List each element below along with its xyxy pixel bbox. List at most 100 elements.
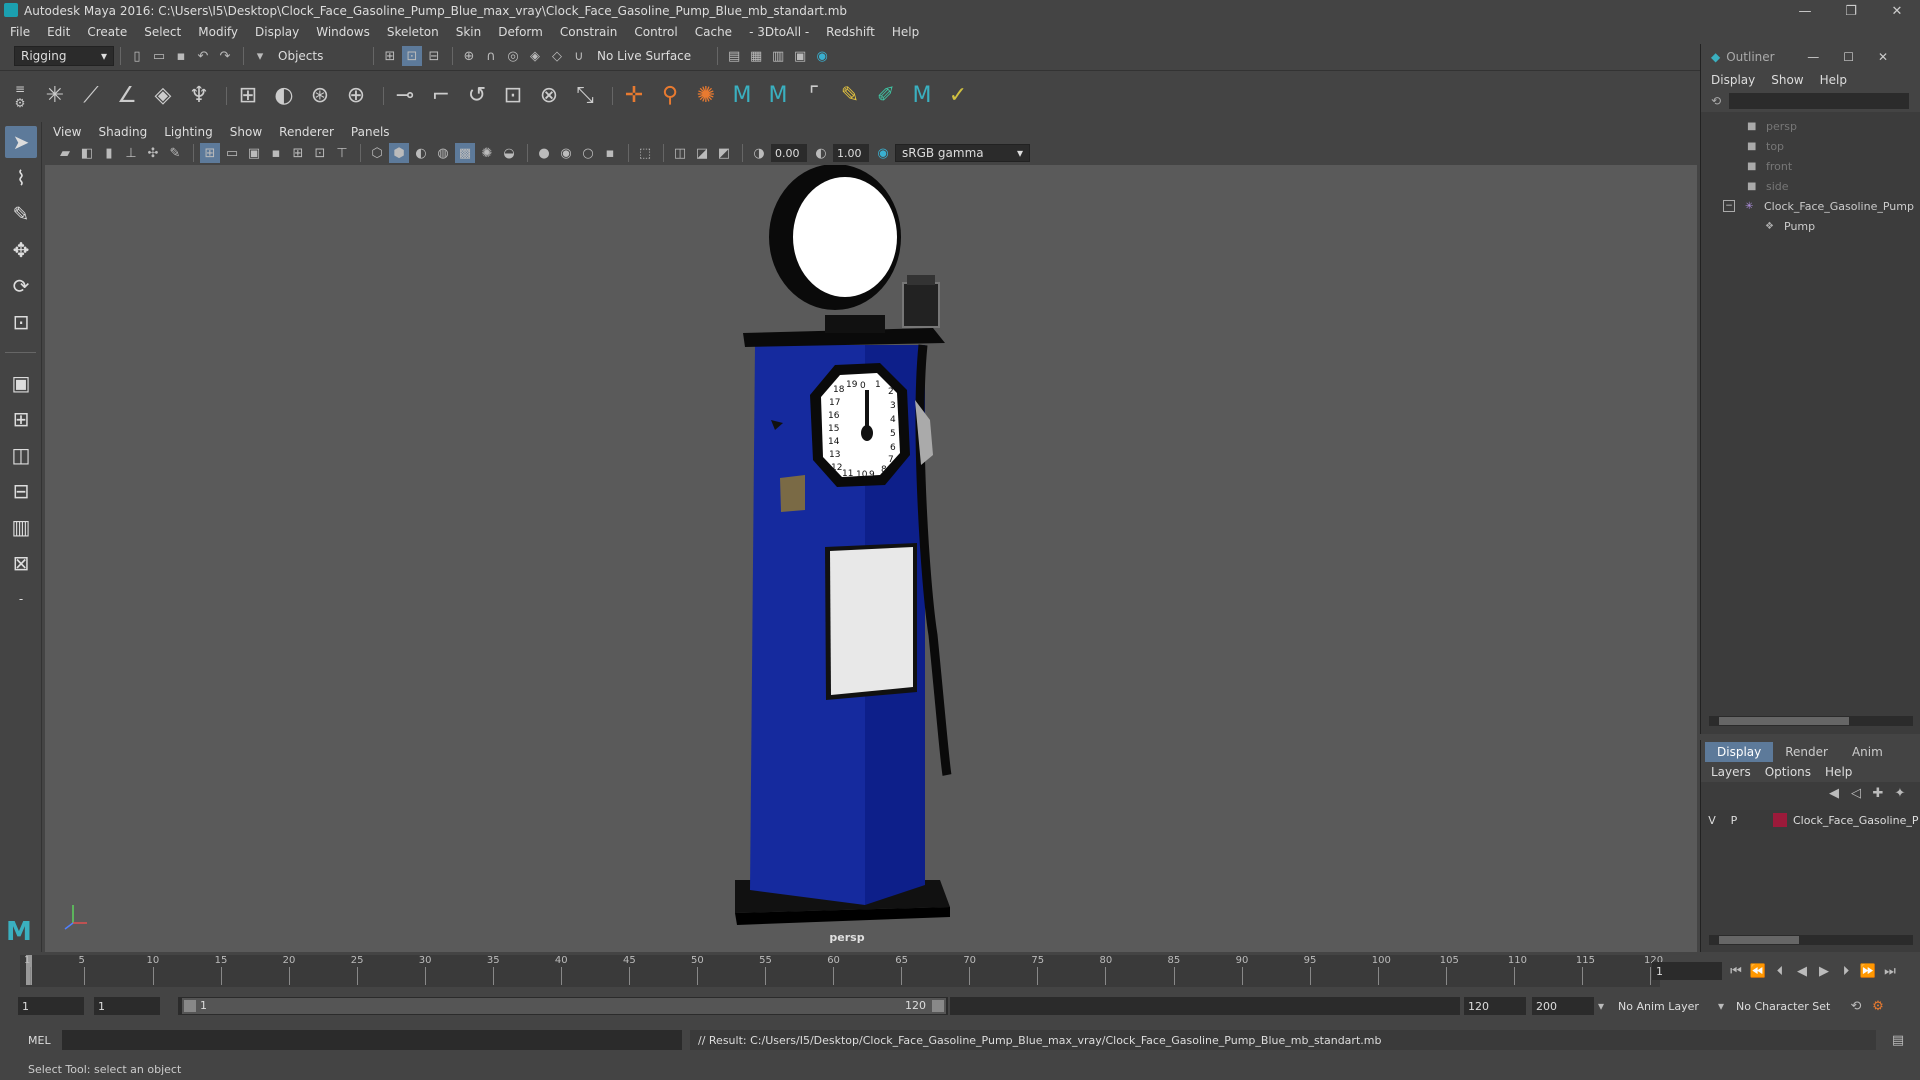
chevron-down-icon[interactable]: ▾ (1598, 999, 1618, 1013)
menu-help[interactable]: Help (892, 25, 919, 39)
playback-end-field[interactable]: 120 (1464, 997, 1526, 1015)
step-forward-frame-icon[interactable]: ⏵ (1836, 961, 1856, 981)
hypershade-icon[interactable]: ◉ (812, 46, 832, 66)
snap-curve-icon[interactable]: ∩ (481, 46, 501, 66)
menu-constrain[interactable]: Constrain (560, 25, 618, 39)
paint-skin-icon[interactable]: ✐ (871, 81, 901, 111)
undo-icon[interactable]: ↶ (193, 46, 213, 66)
lattice-icon[interactable]: ⊞ (233, 81, 263, 111)
outliner-node-group[interactable]: − ✳ Clock_Face_Gasoline_Pump (1701, 196, 1920, 216)
play-forwards-icon[interactable]: ▶ (1814, 961, 1834, 981)
locator-icon[interactable]: ✛ (619, 81, 649, 111)
snap-magnet-icon[interactable]: ∪ (569, 46, 589, 66)
outliner-node-pump[interactable]: ❖ Pump (1701, 216, 1920, 236)
film-gate-icon[interactable]: ▭ (222, 143, 242, 163)
orient-constraint-icon[interactable]: ↺ (462, 81, 492, 111)
move-layer-down-icon[interactable]: ◁ (1846, 783, 1866, 803)
outliner-menu-display[interactable]: Display (1711, 73, 1755, 87)
step-back-key-icon[interactable]: ⏪ (1748, 961, 1768, 981)
menu-skin[interactable]: Skin (456, 25, 482, 39)
snap-surface-icon[interactable]: ◇ (547, 46, 567, 66)
render-view-icon[interactable]: ▣ (790, 46, 810, 66)
character-set-dropdown[interactable]: No Character Set (1736, 1000, 1846, 1013)
gamma-field[interactable]: 1.00 (833, 144, 869, 162)
exposure-field[interactable]: 0.00 (771, 144, 807, 162)
maya-m-icon[interactable]: M (727, 81, 757, 111)
time-slider[interactable]: 1 5 10 15 20 25 30 35 40 45 50 55 60 65 70 75 80 85 90 95 10… (20, 955, 1663, 987)
single-perspective-icon[interactable]: ▣ (5, 367, 37, 399)
xray-components-icon[interactable]: ◩ (714, 143, 734, 163)
scale-tool-icon[interactable]: ⊡ (5, 306, 37, 338)
grease-pencil-icon[interactable]: ✎ (165, 143, 185, 163)
use-all-lights-icon[interactable]: ✺ (477, 143, 497, 163)
anim-layer-dropdown[interactable]: No Anim Layer (1618, 1000, 1718, 1013)
menu-redshift[interactable]: Redshift (826, 25, 875, 39)
menuset-dropdown[interactable]: Rigging ▾ (14, 46, 114, 66)
tab-render[interactable]: Render (1773, 742, 1840, 762)
menu-deform[interactable]: Deform (498, 25, 543, 39)
outliner-node-side[interactable]: ■ side (1701, 176, 1920, 196)
use-default-material-icon[interactable]: ◐ (411, 143, 431, 163)
minimize-button[interactable]: — (1782, 0, 1828, 22)
range-end-handle[interactable] (932, 1000, 944, 1012)
outliner-node-front[interactable]: ■ front (1701, 156, 1920, 176)
rotate-tool-icon[interactable]: ⟳ (5, 270, 37, 302)
script-language-toggle[interactable]: MEL (0, 1034, 60, 1047)
aim-constraint-icon[interactable]: ⌐ (426, 81, 456, 111)
go-to-end-icon[interactable]: ⏭ (1880, 961, 1900, 981)
select-object-icon[interactable]: ⊡ (402, 46, 422, 66)
menu-file[interactable]: File (10, 25, 30, 39)
script-editor-icon[interactable]: ▤ (1888, 1030, 1908, 1050)
ik-spline-icon[interactable]: ∠ (112, 81, 142, 111)
wireframe-on-shaded-icon[interactable]: ◍ (433, 143, 453, 163)
snap-point-icon[interactable]: ◎ (503, 46, 523, 66)
panel-menu-show[interactable]: Show (230, 125, 262, 139)
wireframe-icon[interactable]: ⬡ (367, 143, 387, 163)
filter-icon[interactable]: ⟲ (1711, 94, 1721, 108)
range-handle[interactable]: 1 120 (182, 998, 946, 1014)
maya-m3-icon[interactable]: M (907, 81, 937, 111)
chevron-down-icon[interactable]: ▾ (1718, 999, 1736, 1013)
menu-display[interactable]: Display (255, 25, 299, 39)
pole-vector-icon[interactable]: ⤡ (570, 81, 600, 111)
2d-pan-icon[interactable]: ✣ (143, 143, 163, 163)
set-driven-key-icon[interactable]: ⚲ (655, 81, 685, 111)
animation-start-field[interactable]: 1 (18, 997, 84, 1015)
render-settings-icon[interactable]: ▤ (724, 46, 744, 66)
xray-icon[interactable]: ◫ (670, 143, 690, 163)
new-scene-icon[interactable]: ▯ (127, 46, 147, 66)
perspective-viewport[interactable]: 0 1 2 3 4 5 6 7 8 9 10 11 12 13 14 15 16… (45, 165, 1697, 952)
anti-aliasing-icon[interactable]: ○ (578, 143, 598, 163)
range-bar[interactable]: 1 120 (178, 997, 948, 1015)
outliner-node-top[interactable]: ■ top (1701, 136, 1920, 156)
snap-grid-icon[interactable]: ⊕ (459, 46, 479, 66)
outliner-menu-help[interactable]: Help (1820, 73, 1847, 87)
gate-mask-icon[interactable]: ▪ (266, 143, 286, 163)
select-hierarchy-icon[interactable]: ⊞ (380, 46, 400, 66)
panel-menu-view[interactable]: View (53, 125, 81, 139)
go-to-start-icon[interactable]: ⏮ (1726, 961, 1746, 981)
layer-menu-help[interactable]: Help (1825, 765, 1852, 779)
gamma-icon[interactable]: ◐ (811, 143, 831, 163)
point-constraint-icon[interactable]: ⊸ (390, 81, 420, 111)
new-layer-selected-icon[interactable]: ✦ (1890, 783, 1910, 803)
screen-space-ao-icon[interactable]: ● (534, 143, 554, 163)
layer-row[interactable]: V P Clock_Face_Gasoline_P (1701, 810, 1920, 830)
motion-blur-icon[interactable]: ◉ (556, 143, 576, 163)
select-tool-icon[interactable]: ➤ (5, 126, 37, 158)
menu-select[interactable]: Select (144, 25, 181, 39)
exposure-icon[interactable]: ◑ (749, 143, 769, 163)
scrollbar-thumb[interactable] (1719, 717, 1849, 725)
bookmark-icon[interactable]: ▮ (99, 143, 119, 163)
outliner-horizontal-scrollbar[interactable] (1709, 716, 1913, 726)
shadows-icon[interactable]: ◒ (499, 143, 519, 163)
outliner-search-input[interactable] (1729, 93, 1910, 109)
ik-handle-icon[interactable]: ⟋ (76, 81, 106, 111)
select-component-icon[interactable]: ⊟ (424, 46, 444, 66)
paint-select-tool-icon[interactable]: ✎ (5, 198, 37, 230)
collapse-toggle-icon[interactable]: − (1723, 200, 1735, 212)
isolate-select-icon[interactable]: ⬚ (635, 143, 655, 163)
playback-start-field[interactable]: 1 (94, 997, 160, 1015)
command-input[interactable] (62, 1030, 682, 1050)
redo-icon[interactable]: ↷ (215, 46, 235, 66)
